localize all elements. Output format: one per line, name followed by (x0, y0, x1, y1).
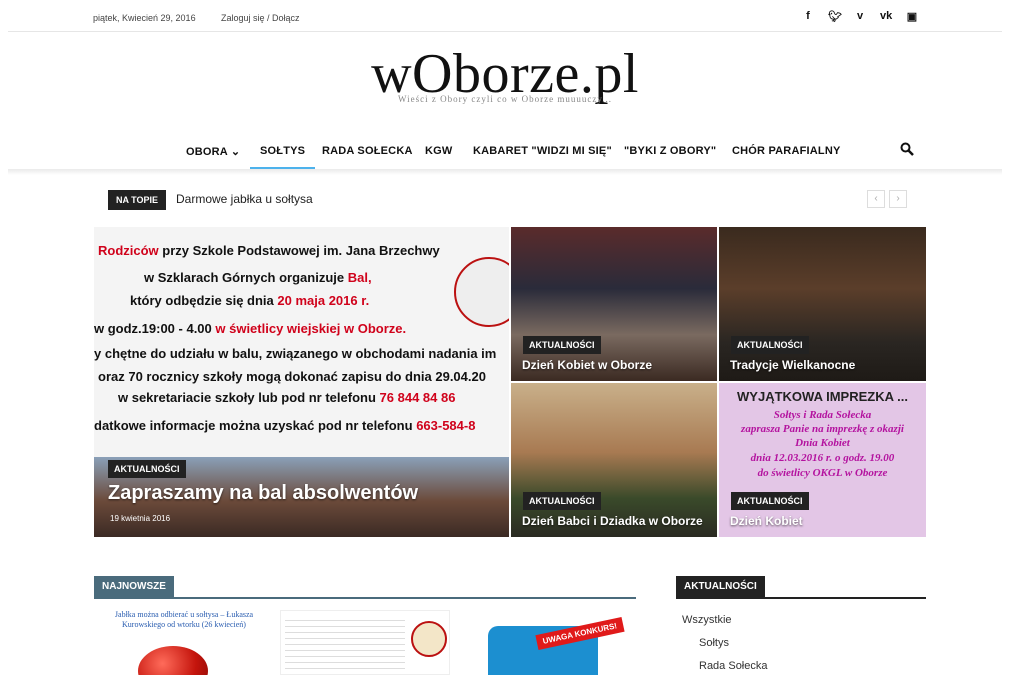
tile-title[interactable]: Dzień Babci i Dziadka w Oborze (522, 514, 703, 528)
section-title: NAJNOWSZE (94, 576, 174, 597)
featured-main[interactable]: Rodziców przy Szkole Podstawowej im. Jan… (94, 227, 509, 537)
tile-title[interactable]: Tradycje Wielkanocne (730, 358, 855, 372)
social-icons: f 🐦︎ v vk ▣ (802, 10, 918, 23)
site-logo[interactable]: wOborze.pl Wieści z Obory czyli co w Obo… (0, 42, 1010, 105)
vimeo-icon[interactable]: v (854, 10, 866, 23)
trending-link[interactable]: Darmowe jabłka u sołtysa (176, 192, 313, 206)
menu-item-kabaret[interactable]: KABARET "WIDZI MI SIĘ" (473, 145, 612, 157)
youtube-icon[interactable]: ▣ (906, 10, 918, 23)
category-link[interactable]: Sołtys (699, 637, 729, 649)
article-thumb[interactable]: UWAGA KONKURS! (484, 610, 634, 675)
featured-date: 19 kwietnia 2016 (110, 514, 171, 523)
category-badge[interactable]: AKTUALNOŚCI (108, 460, 186, 478)
site-tagline: Wieści z Obory czyli co w Oborze muuuucz… (398, 94, 612, 104)
poster-thumb-image (285, 615, 405, 674)
category-link[interactable]: Rada Sołecka (699, 660, 768, 672)
current-date: piątek, Kwiecień 29, 2016 (93, 13, 196, 23)
twitter-icon[interactable]: 🐦︎ (828, 10, 842, 23)
poster-line: dnia 12.03.2016 r. o godz. 19.00 (750, 452, 895, 464)
menu-item-chor-parafialny[interactable]: CHÓR PARAFIALNY (732, 145, 841, 157)
section-title: AKTUALNOŚCI (676, 576, 765, 597)
chevron-left-icon[interactable]: ‹ (867, 190, 885, 208)
featured-title[interactable]: Zapraszamy na bal absolwentów (108, 482, 418, 505)
menu-item-label: OBORA (186, 146, 228, 158)
menu-item-kgw[interactable]: KGW (425, 145, 452, 157)
search-icon[interactable] (900, 142, 914, 159)
tile-title[interactable]: Dzień Kobiet w Oborze (522, 358, 652, 372)
chevron-down-icon: ⌄ (230, 146, 241, 158)
menu-shadow (8, 169, 1002, 175)
featured-tile[interactable]: AKTUALNOŚCI Dzień Babci i Dziadka w Obor… (511, 383, 717, 537)
thumb-text: Jabłka można odbierać u sołtysa – Łukasz… (114, 610, 254, 629)
school-seal-image (411, 621, 447, 657)
article-thumb[interactable]: Jabłka można odbierać u sołtysa – Łukasz… (104, 610, 264, 675)
event-poster-image: Rodziców przy Szkole Podstawowej im. Jan… (94, 243, 497, 433)
main-menu: OBORA ⌄ SOŁTYS RADA SOŁECKA KGW KABARET … (0, 140, 1010, 170)
section-news: AKTUALNOŚCI (676, 576, 926, 599)
trending-tag: NA TOPIE (108, 190, 167, 210)
tile-title[interactable]: Dzień Kobiet (730, 514, 803, 528)
divider (8, 31, 1002, 32)
poster-line: do świetlicy OKGL w Oborze (757, 467, 888, 479)
menu-item-byki-z-obory[interactable]: "BYKI Z OBORY" (624, 145, 716, 157)
featured-tile[interactable]: AKTUALNOŚCI Tradycje Wielkanocne (719, 227, 926, 381)
apple-image (138, 646, 208, 675)
category-badge[interactable]: AKTUALNOŚCI (523, 336, 601, 354)
divider (676, 597, 926, 599)
poster-line: Dnia Kobiet (795, 437, 850, 449)
top-bar: piątek, Kwiecień 29, 2016 Zaloguj się / … (0, 0, 1010, 32)
poster-line: Sołtys i Rada Sołecka (773, 409, 872, 421)
section-latest: NAJNOWSZE (94, 576, 636, 599)
trending-nav: ‹ › (867, 190, 907, 208)
featured-tile[interactable]: WYJĄTKOWA IMPREZKA ... Sołtys i Rada Soł… (719, 383, 926, 537)
category-badge[interactable]: AKTUALNOŚCI (731, 492, 809, 510)
category-badge[interactable]: AKTUALNOŚCI (523, 492, 601, 510)
menu-item-soltys[interactable]: SOŁTYS (249, 145, 316, 170)
menu-item-rada-solecka[interactable]: RADA SOŁECKA (322, 145, 413, 157)
menu-item-obora[interactable]: OBORA ⌄ (186, 145, 240, 158)
featured-tile[interactable]: AKTUALNOŚCI Dzień Kobiet w Oborze (511, 227, 717, 381)
login-link[interactable]: Zaloguj się / Dołącz (221, 13, 300, 23)
category-link[interactable]: Wszystkie (682, 614, 732, 626)
article-thumb[interactable] (280, 610, 450, 675)
category-badge[interactable]: AKTUALNOŚCI (731, 336, 809, 354)
chevron-right-icon[interactable]: › (889, 190, 907, 208)
poster-headline: WYJĄTKOWA IMPREZKA ... (737, 389, 908, 404)
facebook-icon[interactable]: f (802, 10, 814, 23)
poster-line: zaprasza Panie na imprezkę z okazji (741, 423, 904, 435)
vk-icon[interactable]: vk (880, 10, 892, 23)
divider (94, 597, 636, 599)
